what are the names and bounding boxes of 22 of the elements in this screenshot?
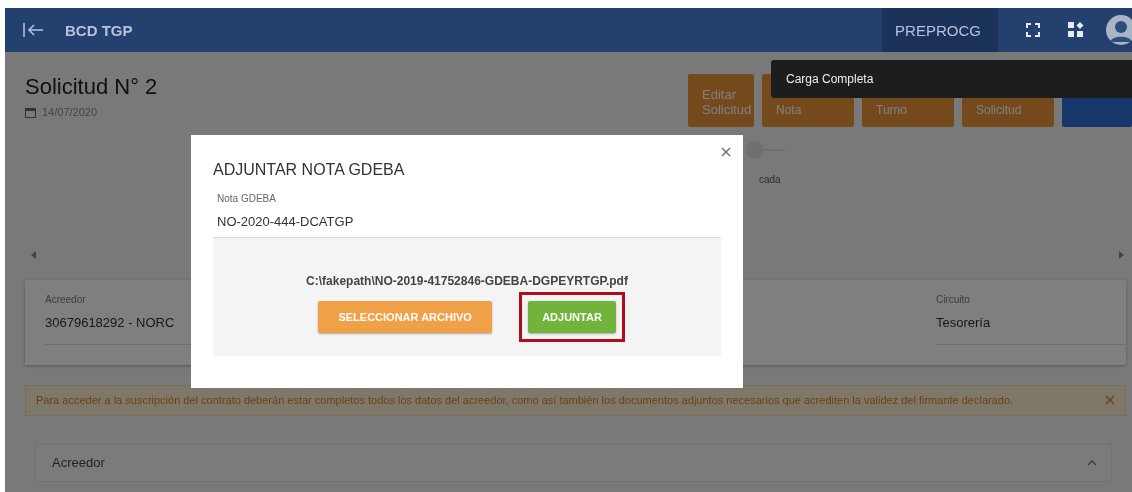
- modal-button[interactable]: SELECCIONAR ARCHIVO: [318, 301, 493, 333]
- action-button[interactable]: Editar Solicitud: [688, 74, 754, 127]
- back-arrow-icon[interactable]: [23, 22, 45, 38]
- app-title: BCD TGP: [65, 21, 133, 39]
- environment-label: PREPROCG: [882, 8, 998, 52]
- modal-button[interactable]: ADJUNTAR: [528, 301, 616, 333]
- calendar-icon: [25, 106, 36, 118]
- apps-icon[interactable]: [1068, 22, 1084, 38]
- modal-title: ADJUNTAR NOTA GDEBA: [213, 161, 406, 179]
- field-label: Acreedor: [45, 294, 87, 305]
- close-icon[interactable]: [721, 147, 731, 157]
- page-title: Solicitud N° 2: [25, 74, 158, 100]
- section-title: Acreedor: [52, 455, 105, 470]
- step-label: cada: [758, 174, 781, 185]
- alert-message: Para acceder a la suscripción del contrato deberán estar completos todos los datos del acreedor, como así también los documentos adjuntos necesarios que acrediten la validez del firmante declarado.: [36, 393, 1014, 408]
- fullscreen-icon[interactable]: [1026, 23, 1040, 37]
- file-name: C:\fakepath\NO-2019-41752846-GDEBA-DGPEYRTGP.pdf: [306, 274, 628, 288]
- field-value: Tesorería: [936, 315, 992, 330]
- section-header[interactable]: Acreedor: [35, 443, 1112, 482]
- field-label: Circuito: [936, 294, 971, 305]
- field-value: 30679618292 - NORC: [45, 315, 176, 330]
- avatar-icon[interactable]: [1106, 15, 1132, 45]
